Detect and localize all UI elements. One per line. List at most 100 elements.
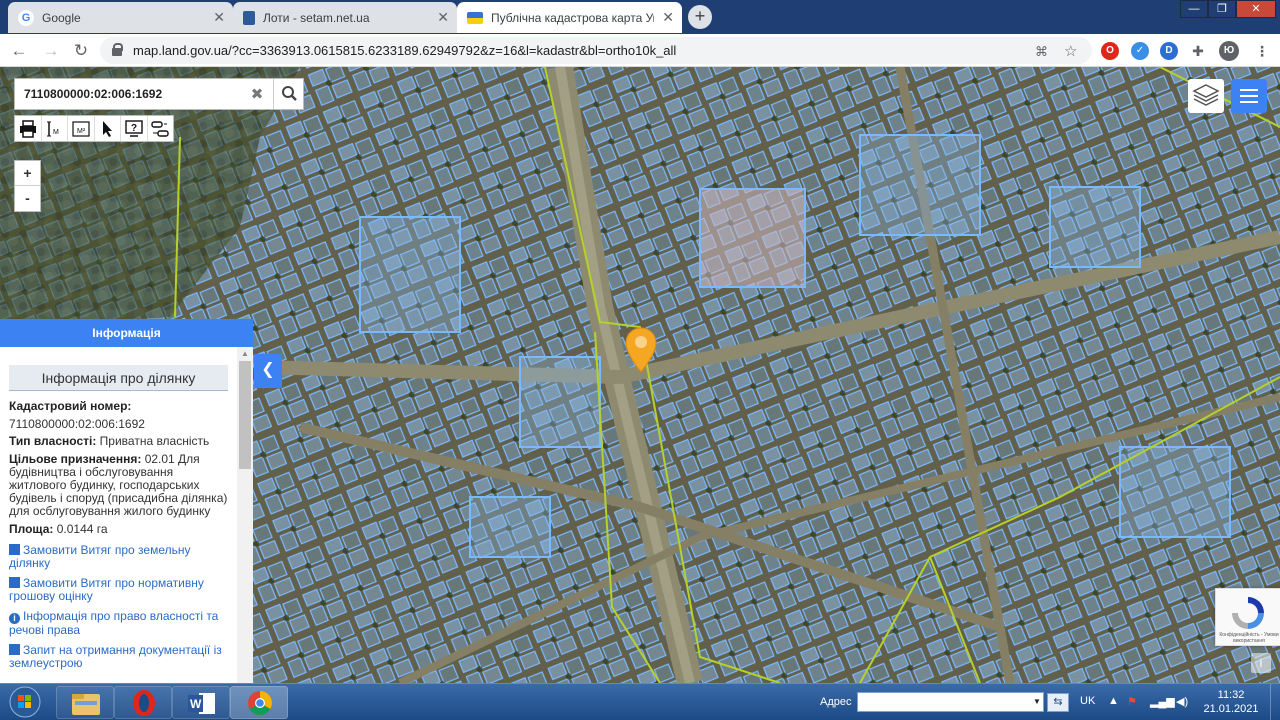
- info-panel: Інформація Інформація про ділянку Кадаст…: [0, 319, 253, 683]
- restore-button[interactable]: ❐: [1208, 0, 1236, 18]
- purpose-row: Цільове призначення: 02.01 Для будівницт…: [9, 452, 228, 518]
- language-indicator[interactable]: UK: [1080, 695, 1095, 707]
- extension-blue-icon[interactable]: ✓: [1131, 42, 1149, 60]
- info-panel-body: Інформація про ділянку Кадастровий номер…: [0, 347, 237, 683]
- svg-text:?: ?: [131, 123, 137, 134]
- taskbar-opera[interactable]: [114, 686, 172, 719]
- extension-d-icon[interactable]: D: [1160, 42, 1178, 60]
- layers-button[interactable]: [1188, 79, 1224, 113]
- minimize-button[interactable]: —: [1180, 0, 1208, 18]
- collapse-panel-button[interactable]: ❮: [254, 354, 282, 388]
- opera-icon: [133, 690, 155, 716]
- folder-icon: [72, 694, 100, 715]
- tab-setam[interactable]: Лоти - setam.net.ua ✕: [233, 2, 457, 33]
- profile-avatar[interactable]: Ю: [1219, 41, 1239, 61]
- document-icon: [9, 577, 20, 588]
- start-button[interactable]: [4, 685, 46, 720]
- measure-line-icon[interactable]: M: [42, 116, 68, 141]
- map-info-button[interactable]: i: [1251, 653, 1271, 673]
- show-desktop-button[interactable]: [1270, 684, 1280, 720]
- url-text: map.land.gov.ua/?cc=3363913.0615815.6233…: [133, 43, 677, 58]
- search-button[interactable]: [273, 79, 304, 109]
- order-extract-link[interactable]: Замовити Витяг про земельну ділянку: [9, 544, 228, 570]
- print-icon[interactable]: [15, 116, 42, 141]
- zoom-out-button[interactable]: -: [15, 186, 40, 211]
- taskbar-chrome[interactable]: [230, 686, 288, 719]
- map-canvas[interactable]: ✖ M M² ? + -: [0, 67, 1280, 683]
- address-bar[interactable]: map.land.gov.ua/?cc=3363913.0615815.6233…: [100, 37, 1092, 64]
- translate-icon[interactable]: ⌘: [1035, 44, 1048, 60]
- volume-icon[interactable]: ◀): [1176, 695, 1188, 708]
- network-icon[interactable]: ▂▄▆: [1150, 695, 1175, 708]
- clock[interactable]: 11:32 21.01.2021: [1196, 688, 1266, 716]
- forward-button[interactable]: →: [40, 40, 62, 62]
- address-toolbar-label: Адрес: [820, 696, 852, 708]
- taskbar-word[interactable]: W: [172, 686, 230, 719]
- cadastral-number-label: Кадастровий номер:: [9, 399, 132, 413]
- go-button[interactable]: ⇆: [1047, 693, 1069, 712]
- measure-area-icon[interactable]: M²: [68, 116, 95, 141]
- ownership-rights-link[interactable]: i Інформація про право власності та речов…: [9, 610, 228, 637]
- clear-icon[interactable]: ✖: [247, 85, 267, 105]
- setam-icon: [243, 10, 255, 25]
- browser-toolbar: ← → ↻ map.land.gov.ua/?cc=3363913.061581…: [0, 34, 1280, 67]
- close-icon[interactable]: ✕: [662, 9, 674, 26]
- search-input[interactable]: [15, 79, 243, 109]
- pointer-icon[interactable]: [95, 116, 121, 141]
- chevron-down-icon[interactable]: ▼: [1033, 697, 1041, 706]
- word-icon: W: [188, 693, 215, 714]
- search-icon: [282, 86, 297, 101]
- info-panel-scrollbar[interactable]: ▲: [237, 347, 253, 683]
- cadastral-number-value: 7110800000:02:006:1692: [9, 417, 145, 431]
- location-marker-icon[interactable]: [625, 327, 657, 373]
- close-icon[interactable]: ✕: [213, 9, 225, 26]
- route-icon[interactable]: [148, 116, 174, 141]
- taskbar-explorer[interactable]: [56, 686, 114, 719]
- document-icon: [9, 644, 20, 655]
- section-title: Інформація про ділянку: [9, 365, 228, 391]
- google-icon: G: [18, 9, 34, 26]
- recaptcha-badge[interactable]: Конфіденційність - Умови використання: [1215, 588, 1280, 646]
- cadastral-search: ✖: [14, 78, 304, 110]
- scroll-thumb[interactable]: [239, 361, 251, 469]
- map-tools-bar: M M² ?: [14, 115, 174, 142]
- scroll-up-icon[interactable]: ▲: [241, 349, 249, 358]
- tab-google[interactable]: G Google ✕: [8, 2, 233, 33]
- zoom-in-button[interactable]: +: [15, 161, 40, 186]
- clock-time: 11:32: [1217, 689, 1245, 701]
- main-menu-button[interactable]: [1231, 79, 1267, 113]
- opera-icon[interactable]: O: [1101, 42, 1119, 60]
- recaptcha-text: Конфіденційність - Умови використання: [1219, 632, 1279, 644]
- ownership-row: Тип власності: Приватна власність: [9, 434, 210, 448]
- tab-title: Лоти - setam.net.ua: [263, 10, 370, 25]
- tab-title: Google: [42, 10, 81, 25]
- close-window-button[interactable]: ✕: [1236, 0, 1276, 18]
- action-center-icon[interactable]: ⚑: [1127, 695, 1137, 708]
- back-button[interactable]: ←: [8, 40, 30, 62]
- ukraine-flag-icon: [467, 11, 483, 24]
- star-icon[interactable]: ☆: [1064, 42, 1077, 60]
- windows-logo-icon: [9, 686, 41, 718]
- hamburger-icon: [1240, 89, 1258, 91]
- tab-title: Публічна кадастрова карта Укр: [491, 10, 655, 25]
- tab-cadastral-map[interactable]: Публічна кадастрова карта Укр ✕: [457, 2, 682, 33]
- identify-icon[interactable]: ?: [121, 116, 148, 141]
- order-valuation-link[interactable]: Замовити Витяг про нормативну грошову оц…: [9, 577, 228, 603]
- area-row: Площа: 0.0144 га: [9, 522, 108, 536]
- svg-text:W: W: [190, 697, 202, 711]
- show-hidden-icons[interactable]: ▲: [1108, 695, 1119, 707]
- lock-icon: [112, 43, 123, 56]
- menu-kebab-icon[interactable]: ⋮: [1253, 42, 1271, 60]
- land-docs-request-link[interactable]: Запит на отримання документації із земле…: [9, 644, 228, 670]
- svg-text:M²: M²: [77, 128, 86, 135]
- puzzle-icon[interactable]: ✚: [1189, 42, 1207, 60]
- close-icon[interactable]: ✕: [437, 9, 449, 26]
- address-toolbar-input[interactable]: [857, 692, 1044, 712]
- clock-date: 21.01.2021: [1203, 703, 1259, 715]
- zoom-control: + -: [14, 160, 41, 212]
- svg-text:M: M: [53, 129, 59, 136]
- chrome-icon: [248, 691, 272, 716]
- document-icon: [9, 544, 20, 555]
- new-tab-button[interactable]: +: [688, 5, 712, 29]
- reload-button[interactable]: ↻: [70, 40, 92, 62]
